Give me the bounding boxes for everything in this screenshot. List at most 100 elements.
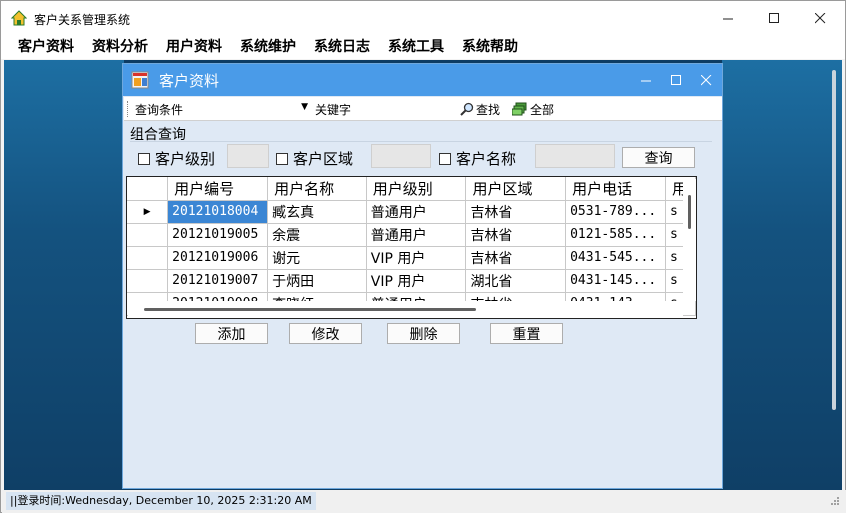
grid-horizontal-scrollbar[interactable] (128, 301, 683, 318)
row-header[interactable] (127, 246, 169, 270)
child-maximize-button[interactable] (661, 64, 691, 96)
table-cell[interactable]: 湖北省 (465, 269, 567, 293)
background-art-left (4, 60, 124, 490)
table-cell[interactable]: 20121019007 (167, 269, 269, 293)
show-all-button[interactable]: 全部 (512, 99, 554, 119)
customer-name-field[interactable] (535, 144, 615, 168)
customer-data-window: 客户资料 查询条件 ▼ 关键字 查找 全部 组合查询 客户级别 客户区域 客户名… (122, 63, 723, 489)
current-row-marker: ▶ (127, 200, 169, 224)
child-minimize-button[interactable] (631, 64, 661, 96)
menu-data-analysis[interactable]: 资料分析 (83, 36, 157, 59)
maximize-icon (768, 13, 779, 23)
child-window-title: 客户资料 (159, 72, 220, 90)
checkbox-icon (439, 152, 451, 165)
find-button[interactable]: 查找 (460, 99, 500, 119)
scroll-thumb[interactable] (144, 308, 476, 311)
table-cell[interactable]: 0121-585... (565, 223, 667, 247)
menu-customer-data[interactable]: 客户资料 (9, 36, 83, 59)
query-condition-combo[interactable]: 查询条件 ▼ (132, 99, 310, 119)
group-divider (130, 141, 712, 142)
minimize-button[interactable] (705, 1, 751, 36)
table-cell[interactable]: 余震 (267, 223, 367, 247)
grid-table: 用户编号 用户名称 用户级别 用户区域 用户电话 用 ▶ 20121018004… (127, 177, 696, 316)
maximize-button[interactable] (751, 1, 797, 36)
table-cell[interactable]: VIP 用户 (366, 246, 467, 270)
delete-button[interactable]: 删除 (387, 323, 460, 344)
column-header-user-level[interactable]: 用户级别 (366, 177, 467, 201)
menu-system-tools[interactable]: 系统工具 (379, 36, 453, 59)
background-art-right (722, 60, 842, 490)
reset-button[interactable]: 重置 (490, 323, 563, 344)
customer-region-checkbox[interactable]: 客户区域 (276, 148, 353, 169)
customer-level-field[interactable] (227, 144, 269, 168)
column-header-user-region[interactable]: 用户区域 (465, 177, 567, 201)
query-condition-label: 查询条件 (135, 103, 184, 117)
toolbar-grip[interactable] (127, 101, 129, 117)
table-cell[interactable]: 普通用户 (366, 200, 467, 224)
table-cell[interactable]: 0431-145... (565, 269, 667, 293)
query-toolbar: 查询条件 ▼ 关键字 查找 全部 (124, 97, 722, 121)
table-cell[interactable]: 20121018004 (167, 200, 269, 224)
table-cell[interactable]: 吉林省 (465, 246, 567, 270)
keyword-input[interactable] (356, 99, 456, 119)
customer-level-label: 客户级别 (155, 150, 216, 168)
query-button[interactable]: 查询 (622, 147, 695, 168)
menu-system-help[interactable]: 系统帮助 (453, 36, 527, 59)
table-row[interactable]: 20121019005 余震 普通用户 吉林省 0121-585... s (127, 223, 696, 247)
table-row[interactable]: ▶ 20121018004 臧玄真 普通用户 吉林省 0531-789... s (127, 200, 696, 224)
menu-system-maintenance[interactable]: 系统维护 (231, 36, 305, 59)
table-cell[interactable]: 20121019005 (167, 223, 269, 247)
menu-user-data[interactable]: 用户资料 (157, 36, 231, 59)
stack-icon (512, 102, 527, 116)
grid-vertical-scrollbar[interactable] (683, 179, 696, 301)
table-cell[interactable]: VIP 用户 (366, 269, 467, 293)
add-button[interactable]: 添加 (195, 323, 268, 344)
resize-grip-icon[interactable] (830, 496, 840, 506)
table-cell[interactable]: 普通用户 (366, 223, 467, 247)
minimize-icon (640, 80, 651, 81)
child-title-bar: 客户资料 (123, 64, 722, 96)
customer-grid[interactable]: 用户编号 用户名称 用户级别 用户区域 用户电话 用 ▶ 20121018004… (126, 176, 697, 319)
chevron-down-icon: ▼ (301, 102, 308, 112)
window-title: 客户关系管理系统 (34, 13, 131, 27)
menu-system-log[interactable]: 系统日志 (305, 36, 379, 59)
find-label: 查找 (476, 102, 501, 117)
customer-region-label: 客户区域 (293, 150, 354, 168)
main-window: 客户关系管理系统 客户资料 资料分析 用户资料 系统维护 系统日志 系统工具 系… (0, 0, 846, 513)
table-cell[interactable]: 0431-545... (565, 246, 667, 270)
scroll-thumb[interactable] (688, 195, 691, 229)
status-bar: ||登录时间:Wednesday, December 10, 2025 2:31… (2, 490, 846, 513)
customer-region-field[interactable] (371, 144, 431, 168)
checkbox-icon (276, 152, 288, 165)
edit-button[interactable]: 修改 (289, 323, 362, 344)
title-bar: 客户关系管理系统 (1, 1, 845, 36)
mdi-scrollbar[interactable] (832, 70, 836, 410)
menu-bar: 客户资料 资料分析 用户资料 系统维护 系统日志 系统工具 系统帮助 (1, 36, 845, 59)
close-button[interactable] (797, 1, 843, 36)
minimize-icon (722, 18, 733, 20)
table-cell[interactable]: 吉林省 (465, 223, 567, 247)
close-icon (700, 74, 711, 85)
customer-level-checkbox[interactable]: 客户级别 (138, 148, 215, 169)
all-label: 全部 (530, 102, 555, 117)
close-icon (814, 13, 825, 24)
grid-header-row: 用户编号 用户名称 用户级别 用户区域 用户电话 用 (127, 177, 696, 201)
row-header[interactable] (127, 223, 169, 247)
table-row[interactable]: 20121019006 谢元 VIP 用户 吉林省 0431-545... s (127, 246, 696, 270)
maximize-icon (670, 74, 681, 85)
child-close-button[interactable] (691, 64, 721, 96)
table-cell[interactable]: 20121019006 (167, 246, 269, 270)
table-cell[interactable]: 吉林省 (465, 200, 567, 224)
table-row[interactable]: 20121019007 于炳田 VIP 用户 湖北省 0431-145... s (127, 269, 696, 293)
table-cell[interactable]: 于炳田 (267, 269, 367, 293)
column-header-user-id[interactable]: 用户编号 (167, 177, 269, 201)
table-cell[interactable]: 0531-789... (565, 200, 667, 224)
table-cell[interactable]: 臧玄真 (267, 200, 367, 224)
row-header[interactable] (127, 269, 169, 293)
column-header-user-name[interactable]: 用户名称 (267, 177, 367, 201)
home-icon (11, 10, 27, 26)
keyword-label: 关键字 (315, 103, 352, 117)
customer-name-checkbox[interactable]: 客户名称 (439, 148, 516, 169)
table-cell[interactable]: 谢元 (267, 246, 367, 270)
column-header-user-phone[interactable]: 用户电话 (565, 177, 667, 201)
